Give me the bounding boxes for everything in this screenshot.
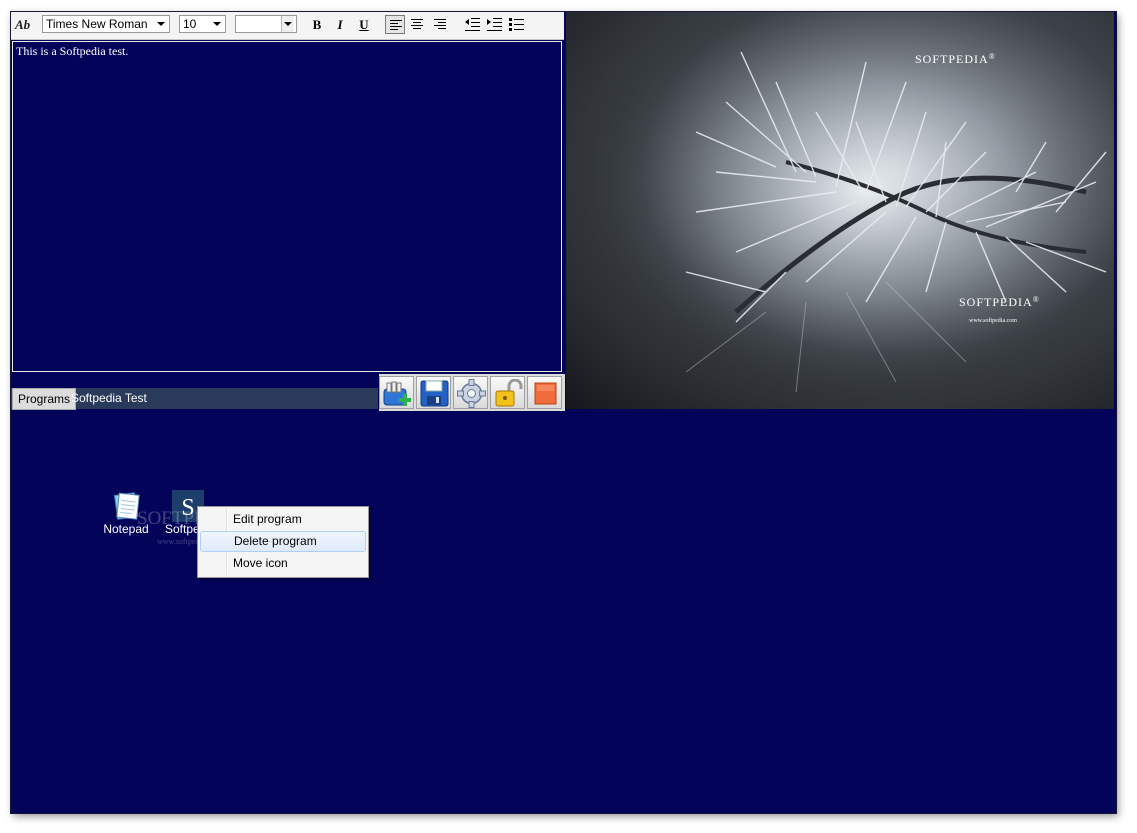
menu-item-edit-program[interactable]: Edit program	[200, 509, 366, 530]
bold-button[interactable]: B	[307, 15, 327, 34]
note-text-area[interactable]: This is a Softpedia test.	[12, 41, 562, 372]
formatting-toolbar: Ab Times New Roman 10 B I U	[11, 12, 564, 40]
note-text: This is a Softpedia test.	[16, 44, 129, 58]
font-name-select[interactable]: Times New Roman	[42, 15, 170, 33]
menu-item-move-icon[interactable]: Move icon	[200, 553, 366, 574]
softpedia-logo-top: SOFTPEDIA®	[915, 52, 996, 66]
underline-button[interactable]: U	[354, 15, 374, 34]
bullet-list-icon	[509, 18, 524, 31]
align-right-icon	[434, 19, 446, 30]
stop-icon	[534, 382, 557, 405]
add-program-icon	[383, 381, 411, 406]
stop-button[interactable]	[527, 376, 562, 409]
font-style-icon[interactable]: Ab	[15, 16, 35, 34]
font-size-value: 10	[183, 17, 197, 31]
save-icon	[420, 380, 449, 407]
tab-softpedia-test[interactable]: Softpedia Test	[66, 388, 152, 409]
app-window: Ab Times New Roman 10 B I U This is a So…	[11, 12, 1116, 813]
bullet-list-button[interactable]	[507, 15, 527, 34]
align-left-icon	[390, 20, 402, 31]
increase-indent-icon	[487, 18, 502, 31]
align-left-button[interactable]	[385, 15, 405, 34]
decrease-indent-icon	[465, 18, 480, 31]
settings-gear-icon	[457, 379, 486, 408]
softpedia-logo-bottom: SOFTPEDIA®	[959, 295, 1040, 309]
decrease-indent-button[interactable]	[463, 15, 483, 34]
align-center-button[interactable]	[407, 15, 427, 34]
chevron-down-icon[interactable]	[281, 16, 294, 32]
context-menu: Edit program Delete program Move icon	[197, 506, 369, 578]
unlock-icon	[495, 379, 523, 407]
menu-item-delete-program[interactable]: Delete program	[200, 531, 366, 552]
font-size-select[interactable]: 10	[179, 15, 226, 33]
program-tabs: Programs Softpedia Test	[11, 388, 378, 410]
add-program-button[interactable]	[379, 376, 414, 409]
unlock-button[interactable]	[490, 376, 525, 409]
align-right-button[interactable]	[430, 15, 450, 34]
font-name-value: Times New Roman	[46, 17, 148, 31]
wallpaper-image: SOFTPEDIA® SOFTPEDIA® www.softpedia.com	[566, 12, 1114, 409]
softpedia-url: www.softpedia.com	[969, 318, 1017, 324]
save-button[interactable]	[416, 376, 451, 409]
chevron-down-icon[interactable]	[211, 16, 223, 32]
align-center-icon	[411, 19, 423, 30]
text-color-select[interactable]	[235, 15, 297, 33]
increase-indent-button[interactable]	[485, 15, 505, 34]
chevron-down-icon[interactable]	[155, 16, 167, 32]
settings-button[interactable]	[453, 376, 488, 409]
italic-button[interactable]: I	[330, 15, 350, 34]
frost-branch-image	[566, 12, 1114, 409]
